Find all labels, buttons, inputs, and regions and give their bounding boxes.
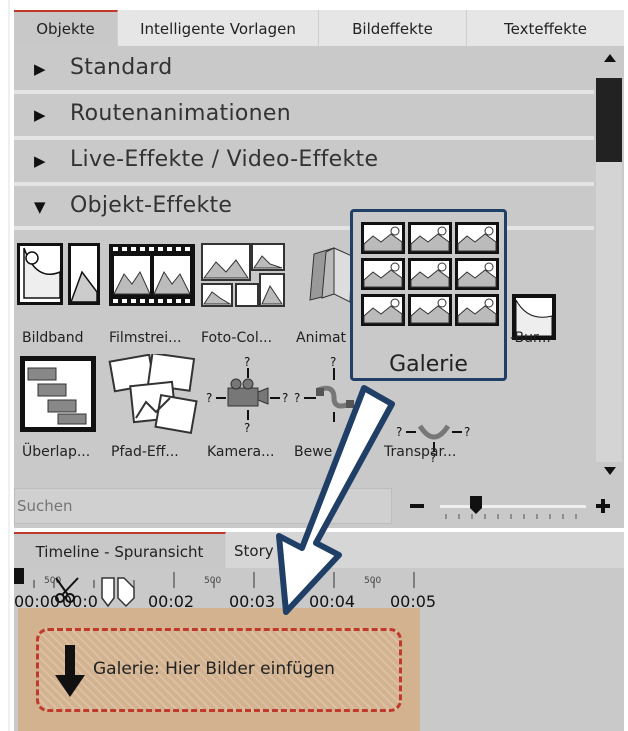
category-objekt-effekte[interactable]: ▼ Objekt-Effekte: [14, 186, 594, 226]
effect-label-kamera: Kamera...: [207, 444, 275, 460]
category-label: Standard: [70, 55, 173, 80]
scroll-down-arrow-icon[interactable]: [604, 467, 616, 475]
tab-objekte[interactable]: Objekte: [14, 10, 118, 46]
svg-text:?: ?: [244, 355, 250, 369]
left-border: [8, 0, 10, 731]
icon-size-slider[interactable]: [410, 492, 610, 522]
svg-text:?: ?: [396, 425, 402, 439]
ruler-ms-label: 500: [364, 576, 382, 586]
effect-label-animation: Animat: [296, 330, 347, 346]
category-routenanimationen[interactable]: ▶ Routenanimationen: [14, 94, 594, 134]
galerie-grid-icon: [361, 222, 500, 326]
category-label: Routenanimationen: [70, 101, 291, 126]
scissors-icon[interactable]: [52, 576, 86, 604]
effect-label-filmstreifen: Filmstrei...: [109, 330, 182, 346]
tab-texteffekte[interactable]: Texteffekte: [467, 10, 624, 46]
ueberlappen-effect-icon[interactable]: [18, 354, 98, 434]
app-window: Objekte Intelligente Vorlagen Bildeffekt…: [0, 0, 628, 731]
effect-label-bewegung: Bewe: [294, 444, 333, 460]
scrollbar-track[interactable]: [596, 162, 622, 462]
tab-intelligente-vorlagen[interactable]: Intelligente Vorlagen: [118, 10, 319, 46]
tab-timeline-spuransicht[interactable]: Timeline - Spuransicht: [14, 532, 226, 568]
drop-zone-label: Galerie: Hier Bilder einfügen: [93, 659, 335, 679]
effect-label-foto-collage: Foto-Col...: [201, 330, 273, 346]
expand-arrow-icon: ▶: [34, 60, 46, 78]
slider-track[interactable]: [440, 505, 586, 508]
collapse-arrow-icon: ▼: [34, 198, 46, 216]
effect-label-transparenz: Transpar...: [384, 444, 457, 460]
effect-label-bildband: Bildband: [22, 330, 84, 346]
search-input[interactable]: [17, 497, 377, 515]
tab-bildeffekte[interactable]: Bildeffekte: [319, 10, 467, 46]
expand-arrow-icon: ▶: [34, 106, 46, 124]
effect-label-pfad-effekt: Pfad-Eff...: [111, 444, 179, 460]
slider-thumb[interactable]: [470, 496, 482, 514]
svg-text:?: ?: [464, 425, 470, 439]
galerie-tooltip-popup[interactable]: Galerie: [350, 209, 507, 381]
zoom-out-icon[interactable]: [410, 504, 424, 508]
timeline-tabbar: Timeline - Spuransicht Story: [14, 532, 624, 568]
down-arrow-icon: [55, 645, 85, 697]
svg-text:?: ?: [330, 355, 336, 369]
timeline-track-area[interactable]: 500 500 500 500 00:00 00:0 00:02 00:03 0…: [14, 568, 624, 731]
effect-label-ueberlappen: Überlap...: [22, 444, 91, 460]
gallery-clip[interactable]: Galerie: Hier Bilder einfügen: [18, 608, 420, 731]
tab-storyboard[interactable]: Story: [226, 532, 316, 568]
objects-panel: ▶ Standard ▶ Routenanimationen ▶ Live-Ef…: [14, 46, 624, 528]
image-drop-zone[interactable]: Galerie: Hier Bilder einfügen: [36, 628, 402, 712]
foto-collage-effect-icon[interactable]: [200, 242, 286, 308]
ruler-ms-label: 500: [284, 576, 302, 586]
kamera-effect-icon[interactable]: ? ? ? ?: [204, 354, 294, 434]
svg-text:?: ?: [244, 421, 250, 434]
category-standard[interactable]: ▶ Standard: [14, 48, 594, 88]
galerie-label: Galerie: [389, 352, 468, 377]
svg-text:?: ?: [294, 391, 300, 405]
category-divider: [14, 226, 594, 230]
svg-text:?: ?: [206, 391, 212, 405]
object-tabbar: Objekte Intelligente Vorlagen Bildeffekt…: [14, 10, 624, 46]
pfad-effekt-icon[interactable]: [106, 354, 198, 434]
scroll-up-arrow-icon[interactable]: [604, 54, 616, 62]
category-label: Live-Effekte / Video-Effekte: [70, 147, 379, 172]
panel-scrollbar[interactable]: [596, 46, 624, 482]
expand-arrow-icon: ▶: [34, 152, 46, 170]
slider-ticks: [445, 514, 577, 519]
category-live-effekte[interactable]: ▶ Live-Effekte / Video-Effekte: [14, 140, 594, 180]
effect-label-ken-burns: -Bur...: [510, 330, 551, 346]
filmstreifen-effect-icon[interactable]: [108, 242, 198, 308]
bildband-effect-icon[interactable]: [16, 242, 102, 308]
scrollbar-thumb[interactable]: [596, 78, 622, 162]
svg-text:?: ?: [282, 391, 288, 405]
category-label: Objekt-Effekte: [70, 193, 233, 218]
search-box: [14, 488, 392, 524]
ruler-ms-label: 500: [204, 576, 222, 586]
section-marker-icons[interactable]: [100, 576, 140, 610]
